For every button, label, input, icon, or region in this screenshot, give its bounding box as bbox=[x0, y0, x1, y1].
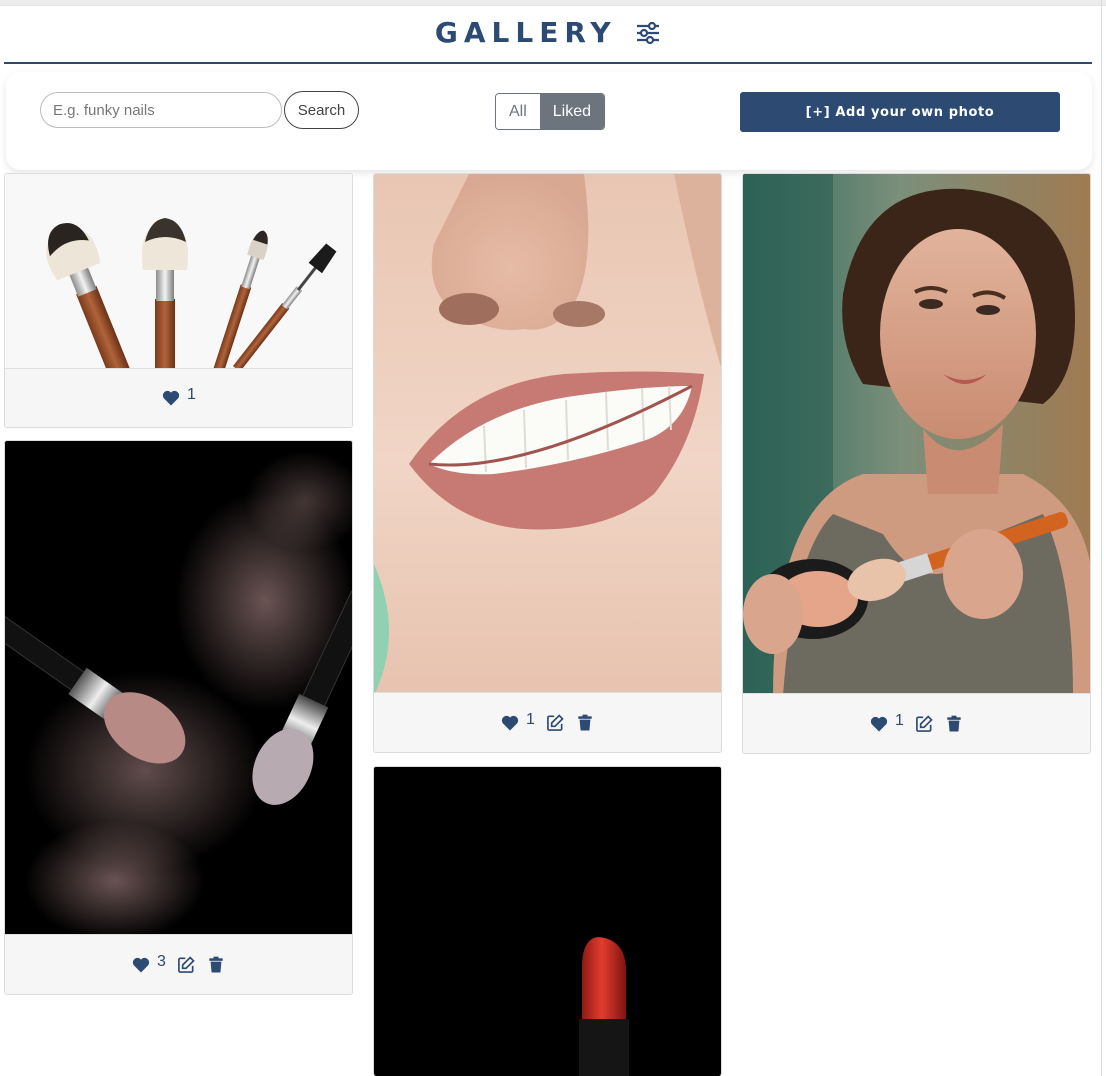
filter-toggle: All Liked bbox=[495, 93, 606, 130]
trash-icon[interactable] bbox=[944, 714, 964, 734]
heart-icon[interactable] bbox=[869, 714, 889, 734]
photo-woman-applying-makeup[interactable] bbox=[743, 174, 1090, 696]
trash-icon[interactable] bbox=[206, 955, 226, 975]
add-photo-button[interactable]: [+] Add your own photo bbox=[740, 92, 1060, 132]
search-input[interactable] bbox=[40, 92, 282, 128]
photo-smile[interactable] bbox=[374, 174, 721, 695]
photo-card: 3 bbox=[4, 440, 353, 995]
photo-card: 1 bbox=[373, 173, 722, 753]
photo-card bbox=[373, 766, 722, 1076]
like-count: 1 bbox=[895, 711, 904, 729]
card-footer: 1 bbox=[374, 692, 721, 752]
heart-icon[interactable] bbox=[500, 713, 520, 733]
search-button[interactable]: Search bbox=[284, 91, 359, 129]
filter-all-button[interactable]: All bbox=[496, 94, 540, 129]
card-footer: 1 bbox=[743, 693, 1090, 753]
photo-brushes-powder-splash[interactable] bbox=[5, 441, 352, 937]
filter-liked-button[interactable]: Liked bbox=[539, 94, 605, 129]
photo-makeup-brushes[interactable] bbox=[5, 174, 352, 370]
card-footer: 1 bbox=[5, 368, 352, 427]
heart-icon[interactable] bbox=[161, 388, 181, 408]
controls-panel: Search All Liked [+] Add your own photo bbox=[6, 72, 1092, 170]
trash-icon[interactable] bbox=[575, 713, 595, 733]
photo-card: 1 bbox=[742, 173, 1091, 754]
scrollbar-edge bbox=[1101, 0, 1102, 1076]
page-title: GALLERY bbox=[434, 16, 617, 49]
edit-icon[interactable] bbox=[914, 714, 934, 734]
card-footer: 3 bbox=[5, 934, 352, 994]
like-count: 1 bbox=[526, 710, 535, 728]
edit-icon[interactable] bbox=[545, 713, 565, 733]
page-header: GALLERY bbox=[4, 6, 1092, 64]
edit-icon[interactable] bbox=[176, 955, 196, 975]
photo-red-lipstick[interactable] bbox=[374, 767, 721, 1076]
like-count: 1 bbox=[187, 386, 196, 403]
sliders-icon[interactable] bbox=[635, 20, 661, 46]
heart-icon[interactable] bbox=[131, 955, 151, 975]
like-count: 3 bbox=[157, 952, 166, 970]
photo-card: 1 bbox=[4, 173, 353, 428]
